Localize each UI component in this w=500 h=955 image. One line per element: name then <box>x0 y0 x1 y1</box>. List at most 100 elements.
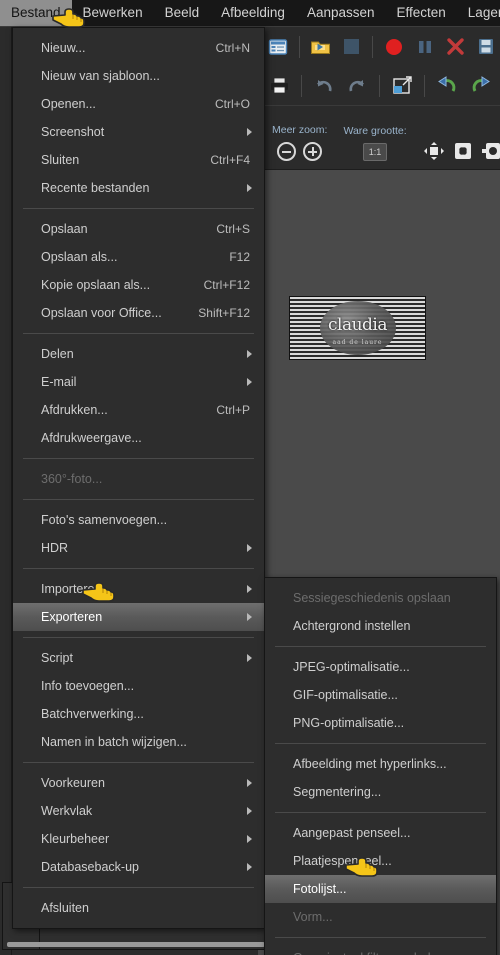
toolbar-separator <box>298 35 300 58</box>
menu-item-label: Opslaan voor Office... <box>41 306 162 320</box>
menu-item-screenshot[interactable]: Screenshot <box>13 118 264 146</box>
menu-item-kopie-opslaan-als[interactable]: Kopie opslaan als... Ctrl+F12 <box>13 271 264 299</box>
export-submenu: Sessiegeschiedenis opslaan Achtergrond in… <box>264 577 497 955</box>
submenu-item-aangepast-penseel[interactable]: Aangepast penseel... <box>265 819 496 847</box>
fit-to-window-icon[interactable] <box>423 141 445 161</box>
menu-item-label: JPEG-optimalisatie... <box>293 660 410 674</box>
menu-separator <box>23 887 254 888</box>
fit-label-spacer <box>423 123 426 135</box>
submenu-item-png-optimalisatie[interactable]: PNG-optimalisatie... <box>265 709 496 737</box>
image-subtitle: aad de laure <box>332 339 383 346</box>
menu-item-opslaan[interactable]: Opslaan Ctrl+S <box>13 215 264 243</box>
toolbar-separator <box>424 74 425 97</box>
menu-item-info-toevoegen[interactable]: Info toevoegen... <box>13 672 264 700</box>
menu-item-hdr[interactable]: HDR <box>13 534 264 562</box>
submenu-item-gif-optimalisatie[interactable]: GIF-optimalisatie... <box>265 681 496 709</box>
stop-square-icon[interactable] <box>337 32 365 62</box>
menu-item-exporteren[interactable]: Exporteren <box>13 603 264 631</box>
menu-item-batchverwerking[interactable]: Batchverwerking... <box>13 700 264 728</box>
pause-icon[interactable] <box>411 32 439 62</box>
menu-item-namen-in-batch-wijzigen[interactable]: Namen in batch wijzigen... <box>13 728 264 756</box>
menu-item-label: Afdrukweergave... <box>41 431 142 445</box>
menu-separator <box>275 937 486 938</box>
menu-item-label: GIF-optimalisatie... <box>293 688 398 702</box>
menu-separator <box>275 646 486 647</box>
submenu-item-plaatjespenseel[interactable]: Plaatjespenseel... <box>265 847 496 875</box>
menu-item-label: Screenshot <box>41 125 105 139</box>
menu-item-recente-bestanden[interactable]: Recente bestanden <box>13 174 264 202</box>
actual-size-button[interactable]: 1:1 <box>363 143 388 161</box>
menu-item-databaseback-up[interactable]: Databaseback-up <box>13 853 264 881</box>
menu-item-label: Nieuw... <box>41 41 86 55</box>
menu-item-afdrukken[interactable]: Afdrukken... Ctrl+P <box>13 396 264 424</box>
zoom-out-icon[interactable] <box>277 142 297 161</box>
menu-item-shortcut: Ctrl+F4 <box>210 153 250 167</box>
submenu-item-segmentering[interactable]: Segmentering... <box>265 778 496 806</box>
zoom-in-icon[interactable] <box>303 142 323 161</box>
menu-item-script[interactable]: Script <box>13 644 264 672</box>
save-script-icon[interactable] <box>472 32 500 62</box>
menu-item-label: Sluiten <box>41 153 80 167</box>
menu-item-nieuw-van-sjabloon[interactable]: Nieuw van sjabloon... <box>13 62 264 90</box>
menu-separator <box>23 458 254 459</box>
menu-item-opslaan-voor-office[interactable]: Opslaan voor Office... Shift+F12 <box>13 299 264 327</box>
menu-item-voorkeuren[interactable]: Voorkeuren <box>13 769 264 797</box>
menubar-item-lagen[interactable]: Lagen <box>457 0 500 26</box>
menu-item-e-mail[interactable]: E-mail <box>13 368 264 396</box>
submenu-item-sessiegeschiedenis-opslaan: Sessiegeschiedenis opslaan <box>265 584 496 612</box>
menu-separator <box>23 499 254 500</box>
menubar-item-aanpassen[interactable]: Aanpassen <box>296 0 386 26</box>
submenu-item-jpeg-optimalisatie[interactable]: JPEG-optimalisatie... <box>265 653 496 681</box>
menu-item-label: Sessiegeschiedenis opslaan <box>293 591 451 605</box>
menu-item-openen[interactable]: Openen... Ctrl+O <box>13 90 264 118</box>
menubar-item-effecten[interactable]: Effecten <box>386 0 457 26</box>
menu-item-shortcut: F12 <box>229 250 250 264</box>
standard-toolbar <box>258 27 500 66</box>
toolbar-separator <box>372 35 374 58</box>
delete-x-icon[interactable] <box>442 32 470 62</box>
menu-item-afdrukweergave[interactable]: Afdrukweergave... <box>13 424 264 452</box>
chevron-right-icon <box>247 807 252 815</box>
chevron-right-icon <box>247 585 252 593</box>
chevron-right-icon <box>247 544 252 552</box>
record-circle-icon[interactable] <box>380 32 408 62</box>
menu-item-foto-s-samenvoegen[interactable]: Foto's samenvoegen... <box>13 506 264 534</box>
menu-item-shortcut: Ctrl+F12 <box>203 278 250 292</box>
organizer-icon[interactable] <box>264 32 292 62</box>
undo-icon[interactable] <box>309 71 339 101</box>
menu-item-label: Voorkeuren <box>41 776 105 790</box>
bottom-panel-scrollbar[interactable] <box>7 942 265 947</box>
fit-image-icon[interactable] <box>452 141 474 161</box>
chevron-right-icon <box>247 613 252 621</box>
menu-item-sluiten[interactable]: Sluiten Ctrl+F4 <box>13 146 264 174</box>
document-image[interactable]: claudia aad de laure <box>289 296 426 360</box>
menu-item-shortcut: Ctrl+S <box>216 222 250 236</box>
submenu-item-afbeelding-met-hyperlinks[interactable]: Afbeelding met hyperlinks... <box>265 750 496 778</box>
menu-item-importeren[interactable]: Importeren <box>13 575 264 603</box>
toolbar-separator <box>379 74 380 97</box>
submenu-item-achtergrond-instellen[interactable]: Achtergrond instellen <box>265 612 496 640</box>
chevron-right-icon <box>247 835 252 843</box>
menu-item-werkvlak[interactable]: Werkvlak <box>13 797 264 825</box>
menu-item-delen[interactable]: Delen <box>13 340 264 368</box>
resize-image-icon[interactable] <box>387 71 417 101</box>
menubar-item-afbeelding[interactable]: Afbeelding <box>210 0 296 26</box>
actual-size-group: Ware grootte: 1:1 <box>335 125 414 161</box>
menubar-item-bestand[interactable]: Bestand <box>0 0 72 26</box>
submenu-item-fotolijst[interactable]: Fotolijst... <box>265 875 496 903</box>
menu-item-afsluiten[interactable]: Afsluiten <box>13 894 264 922</box>
open-folder-icon[interactable] <box>307 32 335 62</box>
menu-item-label: HDR <box>41 541 69 555</box>
full-screen-icon[interactable] <box>481 141 500 161</box>
menu-item-kleurbeheer[interactable]: Kleurbeheer <box>13 825 264 853</box>
menu-item-nieuw[interactable]: Nieuw... Ctrl+N <box>13 34 264 62</box>
menu-item-opslaan-als[interactable]: Opslaan als... F12 <box>13 243 264 271</box>
print-icon[interactable] <box>264 71 294 101</box>
redo-icon[interactable] <box>342 71 372 101</box>
rotate-right-icon[interactable] <box>465 71 495 101</box>
rotate-left-icon[interactable] <box>432 71 462 101</box>
menubar-item-bewerken[interactable]: Bewerken <box>72 0 154 26</box>
menubar-item-beeld[interactable]: Beeld <box>154 0 211 26</box>
menu-item-shortcut: Ctrl+P <box>216 403 250 417</box>
actual-size-label: Ware grootte: <box>343 125 407 137</box>
